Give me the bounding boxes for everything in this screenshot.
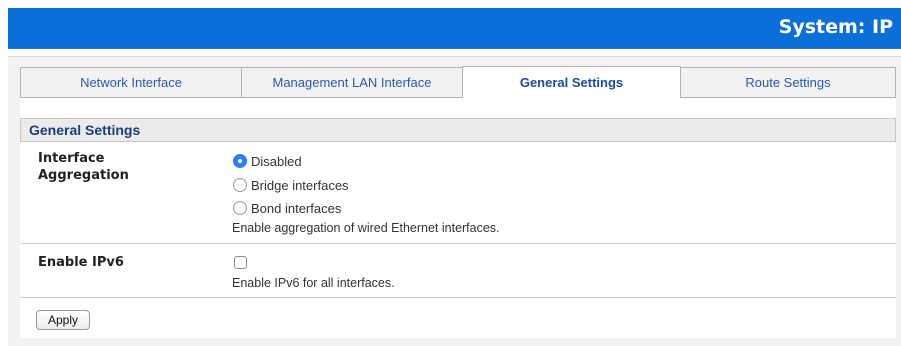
row-divider	[20, 243, 896, 244]
radio-unselected-icon[interactable]	[233, 178, 247, 192]
radio-selected-icon[interactable]	[233, 154, 247, 168]
section-header: General Settings	[20, 118, 896, 142]
enable-ipv6-checkbox[interactable]	[234, 256, 247, 269]
radio-bridge-label: Bridge interfaces	[251, 177, 349, 193]
radio-disabled-label: Disabled	[251, 153, 302, 169]
enable-ipv6-label: Enable IPv6	[38, 255, 124, 270]
tab-network-interface[interactable]: Network Interface	[20, 67, 242, 97]
radio-bridge-interfaces[interactable]: Bridge interfaces	[233, 175, 349, 195]
radio-bond-label: Bond interfaces	[251, 200, 342, 216]
radio-unselected-icon[interactable]	[233, 201, 247, 215]
apply-button[interactable]: Apply	[36, 310, 90, 330]
section-title: General Settings	[29, 122, 141, 138]
interface-aggregation-label: Interface Aggregation	[38, 151, 129, 183]
aggregation-help-text: Enable aggregation of wired Ethernet int…	[232, 221, 500, 235]
row-divider	[20, 297, 896, 298]
tab-route-settings[interactable]: Route Settings	[680, 67, 896, 97]
tab-management-lan-interface[interactable]: Management LAN Interface	[241, 67, 463, 97]
tab-general-settings[interactable]: General Settings	[462, 66, 681, 98]
radio-disabled[interactable]: Disabled	[233, 151, 302, 171]
ipv6-help-text: Enable IPv6 for all interfaces.	[232, 276, 395, 290]
title-bar: System: IP	[8, 8, 901, 49]
page-title: System: IP	[778, 16, 893, 38]
radio-bond-interfaces[interactable]: Bond interfaces	[233, 198, 341, 218]
